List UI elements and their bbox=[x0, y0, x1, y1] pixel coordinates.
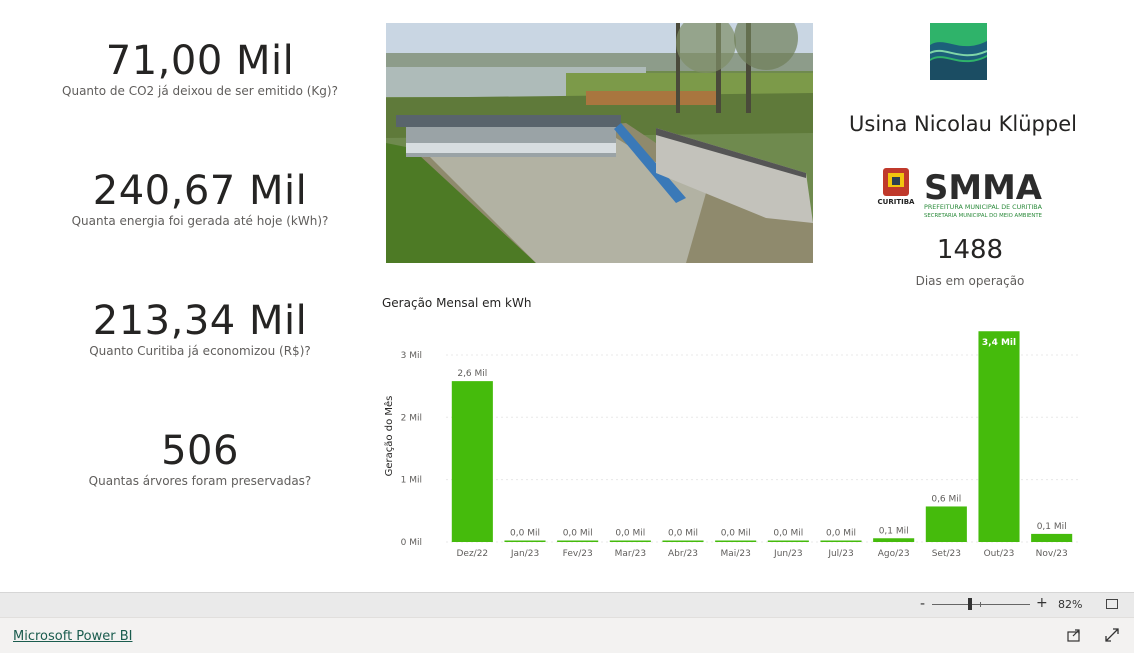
x-tick-label: Dez/22 bbox=[456, 549, 488, 559]
y-tick-label: 3 Mil bbox=[401, 351, 422, 361]
x-tick-label: Jun/23 bbox=[773, 549, 803, 559]
chart-bar[interactable] bbox=[662, 540, 704, 543]
kpi-value: 506 bbox=[161, 428, 239, 474]
x-tick-label: Jul/23 bbox=[827, 549, 853, 559]
y-tick-label: 0 Mil bbox=[401, 538, 422, 548]
data-label: 0,0 Mil bbox=[615, 529, 645, 539]
smma-sub2-text: SECRETARIA MUNICIPAL DO MEIO AMBIENTE bbox=[924, 213, 1042, 219]
share-icon[interactable] bbox=[1066, 627, 1082, 643]
data-label: 2,6 Mil bbox=[457, 369, 487, 379]
x-tick-label: Nov/23 bbox=[1036, 549, 1068, 559]
kpi-savings[interactable]: 213,34 Mil Quanto Curitiba já economizou… bbox=[40, 298, 360, 358]
kpi-label: Quanto de CO2 já deixou de ser emitido (… bbox=[62, 84, 338, 98]
data-label: 3,4 Mil bbox=[982, 338, 1016, 348]
x-tick-label: Mai/23 bbox=[721, 549, 751, 559]
chart-bar[interactable] bbox=[504, 540, 546, 543]
zoom-percent: 82% bbox=[1058, 598, 1083, 611]
smma-logo: CURITIBA SMMA PREFEITURA MUNICIPAL DE CU… bbox=[872, 165, 1048, 223]
smma-sub1-text: PREFEITURA MUNICIPAL DE CURITIBA bbox=[924, 204, 1043, 211]
y-tick-label: 1 Mil bbox=[401, 476, 422, 486]
kpi-label: Quanta energia foi gerada até hoje (kWh)… bbox=[71, 214, 329, 228]
chart-bar[interactable] bbox=[557, 540, 599, 543]
x-tick-label: Out/23 bbox=[984, 549, 1015, 559]
fit-to-page-icon[interactable] bbox=[1106, 599, 1118, 609]
kpi-label: Quantas árvores foram preservadas? bbox=[88, 474, 312, 488]
kpi-trees[interactable]: 506 Quantas árvores foram preservadas? bbox=[40, 428, 360, 488]
kpi-energy[interactable]: 240,67 Mil Quanta energia foi gerada até… bbox=[40, 168, 360, 228]
days-label: Dias em operação bbox=[915, 274, 1025, 288]
power-bi-link[interactable]: Microsoft Power BI bbox=[13, 629, 132, 644]
x-tick-label: Jan/23 bbox=[510, 549, 539, 559]
kpi-label: Quanto Curitiba já economizou (R$)? bbox=[89, 344, 311, 358]
x-tick-label: Set/23 bbox=[932, 549, 961, 559]
kpi-value: 71,00 Mil bbox=[105, 38, 295, 84]
chart-bar[interactable] bbox=[873, 538, 915, 542]
chart-bar[interactable] bbox=[451, 381, 493, 542]
x-tick-label: Fev/23 bbox=[563, 549, 593, 559]
chart-bar[interactable] bbox=[1031, 533, 1073, 542]
y-axis-label: Geração do Mês bbox=[383, 396, 395, 477]
zoom-in-button[interactable]: + bbox=[1036, 595, 1048, 611]
fullscreen-icon[interactable] bbox=[1104, 627, 1120, 643]
data-label: 0,0 Mil bbox=[668, 529, 698, 539]
data-label: 0,0 Mil bbox=[563, 529, 593, 539]
data-label: 0,0 Mil bbox=[510, 529, 540, 539]
zoom-slider-track[interactable] bbox=[932, 604, 1030, 605]
report-canvas: 71,00 Mil Quanto de CO2 já deixou de ser… bbox=[0, 0, 1134, 592]
data-label: 0,0 Mil bbox=[721, 529, 751, 539]
zoom-out-button[interactable]: - bbox=[920, 596, 925, 612]
footer: Microsoft Power BI bbox=[0, 617, 1134, 653]
smma-name-text: SMMA bbox=[924, 168, 1043, 208]
smma-city-text: CURITIBA bbox=[878, 198, 916, 206]
kpi-co2[interactable]: 71,00 Mil Quanto de CO2 já deixou de ser… bbox=[40, 38, 360, 98]
data-label: 0,1 Mil bbox=[1037, 522, 1067, 532]
x-tick-label: Ago/23 bbox=[878, 549, 910, 559]
site-title: Usina Nicolau Klüppel bbox=[849, 112, 1077, 136]
chart-bar[interactable] bbox=[925, 506, 967, 542]
zoom-slider-tick bbox=[980, 602, 981, 607]
y-tick-label: 2 Mil bbox=[401, 413, 422, 423]
green-wave-logo bbox=[929, 23, 988, 80]
x-tick-label: Abr/23 bbox=[668, 549, 698, 559]
data-label: 0,1 Mil bbox=[879, 526, 909, 536]
data-label: 0,0 Mil bbox=[826, 529, 856, 539]
hydro-plant-photo bbox=[386, 23, 813, 263]
x-tick-label: Mar/23 bbox=[615, 549, 646, 559]
chart-bar[interactable] bbox=[978, 331, 1020, 542]
monthly-generation-chart[interactable]: Geração do Mês 0 Mil 1 Mil 2 Mil 3 Mil 2,6 Mi… bbox=[378, 320, 1098, 570]
chart-bar[interactable] bbox=[767, 540, 809, 543]
zoom-slider-thumb[interactable] bbox=[968, 598, 972, 610]
zoom-bar: - + 82% bbox=[0, 592, 1134, 617]
chart-title: Geração Mensal em kWh bbox=[382, 296, 532, 310]
days-value: 1488 bbox=[936, 235, 1004, 265]
kpi-value: 240,67 Mil bbox=[92, 168, 308, 214]
chart-bar[interactable] bbox=[820, 540, 862, 543]
data-label: 0,6 Mil bbox=[931, 494, 961, 504]
chart-bar[interactable] bbox=[715, 540, 757, 543]
data-label: 0,0 Mil bbox=[773, 529, 803, 539]
kpi-value: 213,34 Mil bbox=[92, 298, 308, 344]
chart-bar[interactable] bbox=[609, 540, 651, 543]
